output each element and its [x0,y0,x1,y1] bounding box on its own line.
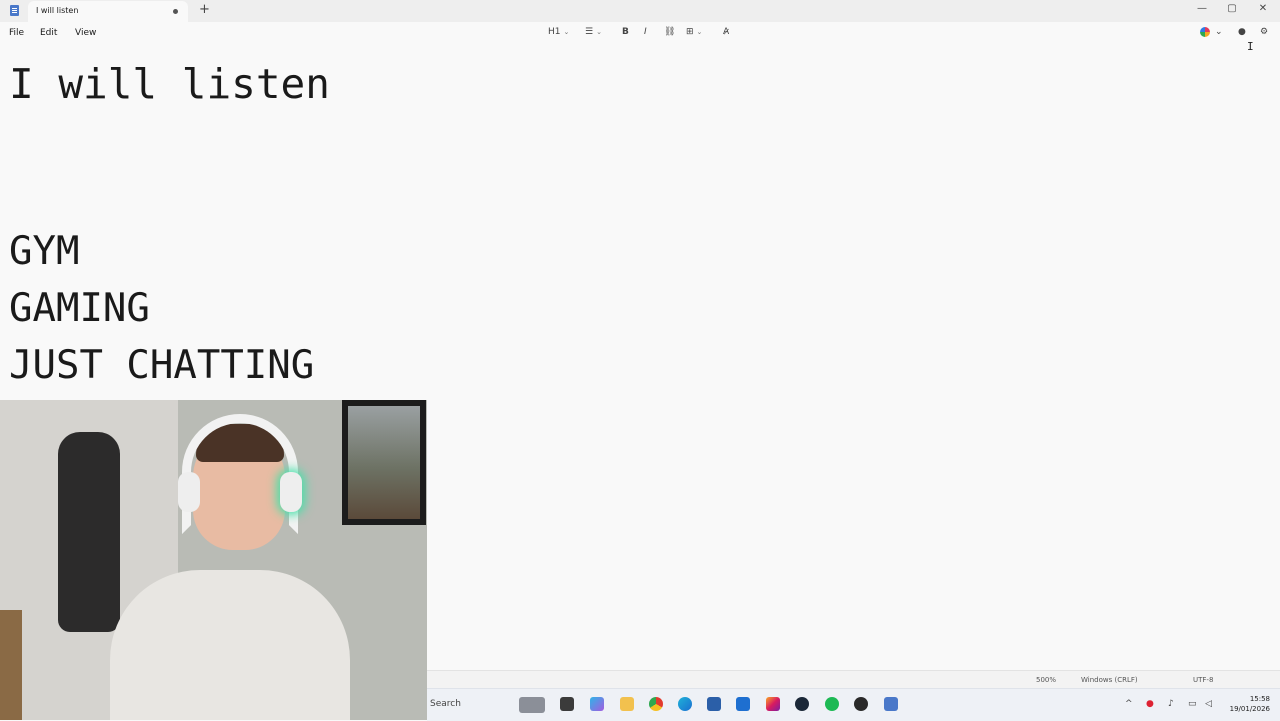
task-view-icon[interactable] [560,697,574,711]
heading-label: H1 [548,27,561,37]
notepad-app-icon [10,5,19,16]
tab-title: I will listen [36,6,79,15]
unsaved-dot-icon[interactable] [173,9,178,14]
document-line[interactable]: JUST CHATTING [9,343,314,389]
network-icon[interactable]: ▭ [1188,699,1197,709]
line-ending[interactable]: Windows (CRLF) [1081,676,1138,684]
search-highlight-image[interactable] [519,697,545,713]
webcam-box [0,610,22,720]
clear-formatting-icon[interactable]: A̷ [723,27,729,37]
encoding[interactable]: UTF-8 [1193,676,1213,684]
microphone-icon[interactable]: ♪ [1168,699,1174,709]
chrome-icon[interactable] [649,697,663,711]
document-heading[interactable]: I will listen [9,60,330,108]
account-icon[interactable]: ● [1238,27,1246,37]
document-line[interactable]: GAMING [9,286,150,332]
clock-date: 19/01/2026 [1229,705,1270,713]
menu-view[interactable]: View [75,28,96,38]
chevron-down-icon: ⌄ [596,28,602,36]
chevron-down-icon: ⌄ [563,28,570,36]
taskbar-search[interactable]: Search [430,699,461,709]
bold-button[interactable]: B [622,27,629,37]
headset-earcup [280,472,302,512]
tab-document[interactable]: I will listen [28,1,188,22]
menu-file[interactable]: File [9,28,24,38]
italic-button[interactable]: I [644,27,647,37]
text-cursor-icon: I [1247,40,1254,53]
link-icon[interactable]: ⛓ [664,27,675,37]
gear-icon[interactable]: ⚙ [1260,27,1268,37]
notepad-taskbar-icon[interactable] [884,697,898,711]
close-button[interactable]: ✕ [1253,3,1273,14]
list-dropdown[interactable]: ☰ ⌄ [585,27,602,37]
webcam-overlay [0,400,427,720]
show-hidden-icons-icon[interactable]: ^ [1125,699,1133,709]
webcam-coat [58,432,120,632]
heading-dropdown[interactable]: H1 ⌄ [548,27,569,37]
clock-time: 15:58 [1249,695,1270,703]
table-dropdown[interactable]: ⊞ ⌄ [686,27,702,37]
volume-icon[interactable]: ◁ [1205,699,1212,709]
list-icon: ☰ [585,27,594,37]
maximize-button[interactable]: ▢ [1222,3,1242,14]
steam-icon[interactable] [795,697,809,711]
headset-icon [182,414,298,534]
store-icon[interactable] [707,697,721,711]
taskbar: Search ^ ● ♪ ▭ ◁ 15:58 19/01/2026 [427,688,1280,721]
webcam-picture-frame [342,400,426,525]
menu-edit[interactable]: Edit [40,28,57,38]
chevron-down-icon: ⌄ [696,28,703,36]
spotify-icon[interactable] [825,697,839,711]
menu-bar: File Edit View H1 ⌄ ☰ ⌄ B I ⛓ ⊞ ⌄ A̷ ⌄ ● ⚙ [0,22,1280,42]
webcam-person-hoodie [110,570,350,720]
new-tab-button[interactable]: + [199,3,210,17]
minimize-button[interactable]: — [1192,3,1212,14]
system-clock[interactable]: 15:58 19/01/2026 [1230,694,1270,714]
table-icon: ⊞ [686,27,694,37]
zoom-level[interactable]: 500% [1036,676,1056,684]
headset-earcup [178,472,200,512]
document-line[interactable]: GYM [9,229,79,275]
copilot-taskbar-icon[interactable] [590,697,604,711]
title-bar: I will listen + — ▢ ✕ [0,0,1280,22]
file-explorer-icon[interactable] [620,697,634,711]
chevron-down-icon[interactable]: ⌄ [1215,27,1223,37]
status-bar: 500% Windows (CRLF) UTF-8 [427,670,1280,689]
instagram-icon[interactable] [766,697,780,711]
outlook-icon[interactable] [736,697,750,711]
copilot-icon[interactable] [1200,27,1210,37]
tray-app-icon[interactable]: ● [1146,699,1154,709]
app-icon[interactable] [854,697,868,711]
edge-icon[interactable] [678,697,692,711]
